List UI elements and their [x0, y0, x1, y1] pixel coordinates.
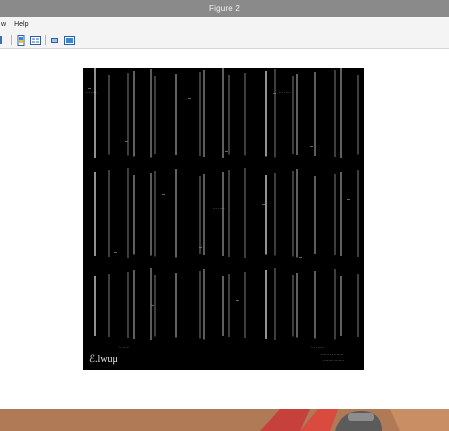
overlay-text-tl: ··· ····· [86, 90, 98, 95]
vertical-stripes [88, 68, 359, 340]
speckle-mark [188, 98, 191, 99]
insert-legend-icon[interactable] [30, 35, 41, 46]
speckle-mark [236, 300, 239, 301]
speckle-mark [299, 257, 302, 258]
image-plot-svg: ··· ····· ··· ····· ··· ····· ·· ····· ·… [86, 68, 359, 365]
show-plot-tools-icon[interactable] [64, 35, 75, 46]
overlay-text-tr: ··· ····· [279, 90, 291, 95]
speckle-mark [310, 146, 313, 147]
speckle-mark [225, 151, 228, 152]
zoom-icon[interactable] [0, 35, 4, 46]
menu-bar: w Help [0, 17, 449, 32]
caption-line-1: ······ ·· ······· [321, 352, 343, 357]
window-titlebar: Figure 2 [0, 0, 449, 17]
toolbar [0, 32, 449, 49]
background-strip [0, 409, 449, 431]
image-display[interactable]: ··· ····· ··· ····· ··· ····· ·· ····· ·… [83, 68, 364, 370]
speckle-mark [162, 194, 165, 195]
speckle-mark [88, 88, 91, 89]
caption-line-2: ········ ······· [323, 358, 344, 363]
hide-plot-tools-icon[interactable] [50, 35, 61, 46]
speckle-mark [273, 93, 276, 94]
toolbar-separator [45, 35, 46, 45]
insert-colorbar-icon[interactable] [16, 34, 27, 46]
speckle-mark [114, 252, 117, 253]
toolbar-separator [11, 35, 12, 45]
background-art [0, 409, 449, 431]
speckle-mark [199, 247, 202, 248]
overlay-text-bl: ·· ····· [119, 345, 129, 350]
menu-item-help[interactable]: Help [10, 21, 32, 28]
overlay-text-center: ··· ····· [213, 206, 225, 211]
menu-item-window[interactable]: w [0, 21, 10, 28]
speckle-mark [125, 141, 128, 142]
speckle-mark [262, 204, 265, 205]
overlay-text-br: ··· ······ [311, 345, 324, 350]
logo-text: ℰ.lwuμ [89, 354, 118, 365]
speckle-mark [151, 305, 154, 306]
window-title: Figure 2 [209, 4, 240, 13]
speckle-mark [347, 199, 350, 200]
